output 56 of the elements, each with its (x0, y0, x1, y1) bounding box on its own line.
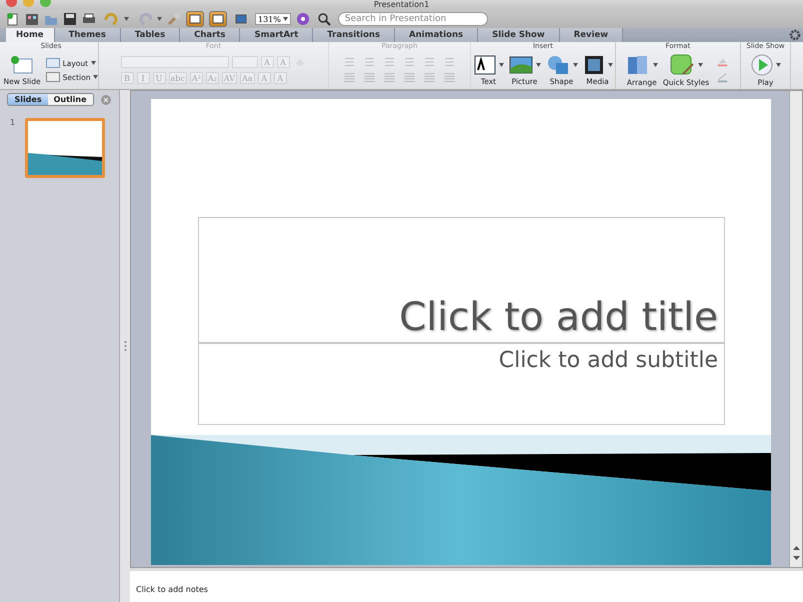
caret-icon (572, 62, 578, 66)
ribbon-tab[interactable]: Animations (395, 28, 478, 42)
grip-icon (124, 340, 126, 352)
shapes-icon (546, 54, 570, 74)
view-tab[interactable]: Outline (48, 94, 93, 105)
play-icon (750, 54, 772, 76)
subtitle-placeholder[interactable]: Click to add subtitle (198, 343, 725, 425)
zoom-field[interactable]: 131% (255, 13, 291, 25)
gallery-icon (25, 12, 39, 26)
arrows-icon (792, 545, 800, 561)
caret-icon (93, 75, 98, 79)
layout-icon (235, 13, 247, 25)
ribbon-tab[interactable]: Transitions (313, 28, 396, 42)
ribbon-tab[interactable]: SmartArt (240, 28, 314, 42)
save-icon (63, 12, 77, 26)
arrange-icon (626, 54, 650, 76)
ribbon-tab[interactable]: Tables (120, 28, 180, 42)
brush-icon (167, 12, 181, 26)
view-button[interactable] (209, 11, 227, 27)
gear-icon (787, 28, 803, 42)
caret-icon (124, 17, 129, 21)
slide-number: 1 (10, 118, 16, 129)
ribbon-tab[interactable]: Home (6, 28, 55, 42)
picture-icon (508, 54, 532, 74)
print-icon (82, 12, 96, 26)
caret-icon (608, 62, 612, 66)
title-placeholder[interactable]: Click to add title (198, 217, 725, 343)
quick-styles-icon (669, 54, 695, 76)
caret-icon (282, 17, 288, 21)
close-icon (100, 94, 112, 106)
help-icon (296, 12, 310, 26)
ribbon-tab[interactable]: Charts (180, 28, 240, 42)
slide-thumbnail[interactable] (25, 118, 106, 178)
new-slide-icon (10, 54, 34, 74)
ribbon-tab[interactable]: Themes (54, 28, 121, 42)
caret-icon (698, 62, 703, 66)
caret-icon (498, 62, 504, 66)
search-field[interactable]: Search in Presentation (338, 12, 488, 26)
notes-placeholder[interactable]: Click to add notes (136, 585, 208, 594)
new-icon (6, 12, 20, 26)
caret-icon (776, 62, 780, 66)
ribbon-tab[interactable]: Review (560, 28, 624, 42)
layout-icon (189, 13, 201, 25)
view-tab[interactable]: Slides (8, 94, 48, 105)
text-box-icon (474, 54, 496, 74)
layout-icon (46, 58, 60, 68)
ribbon-tab[interactable]: Slide Show (478, 28, 560, 42)
caret-icon (157, 17, 162, 21)
section-icon (46, 72, 60, 82)
caret-icon (91, 61, 96, 65)
view-button[interactable] (186, 11, 204, 27)
layout-icon (212, 13, 224, 25)
window-title: Presentation1 (374, 0, 430, 10)
film-icon (582, 54, 604, 74)
caret-icon (536, 62, 540, 66)
caret-icon (652, 62, 658, 66)
